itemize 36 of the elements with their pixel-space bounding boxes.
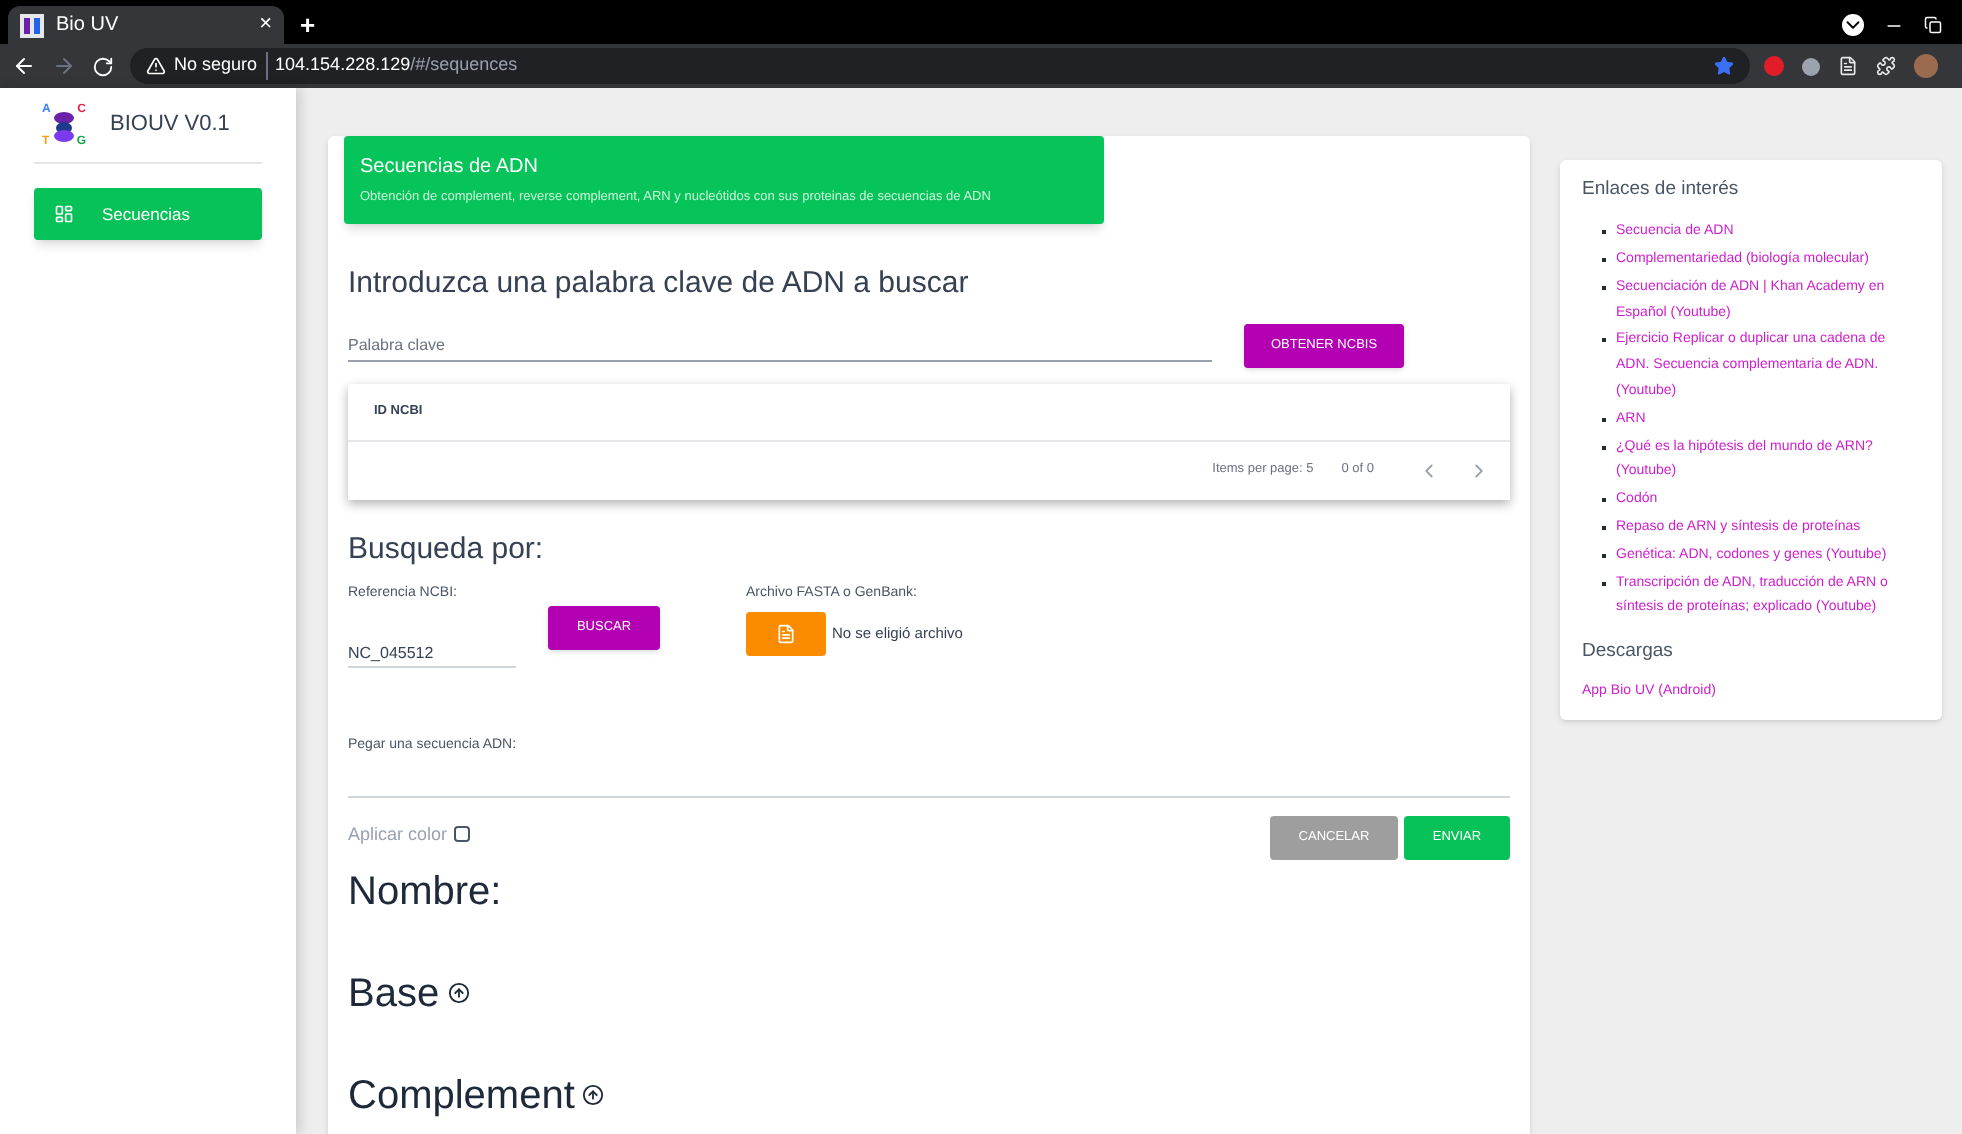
- file-icon: [776, 623, 796, 643]
- tab-title: Bio UV: [56, 12, 121, 40]
- keyword-field[interactable]: Palabra clave: [348, 329, 1212, 361]
- tab-close-button[interactable]: ×: [259, 8, 272, 42]
- apply-color-checkbox[interactable]: [453, 826, 470, 843]
- search-title: Introduzca una palabra clave de ADN a buscar: [348, 264, 971, 304]
- expand-icon[interactable]: [447, 982, 470, 1004]
- back-icon[interactable]: [12, 54, 36, 78]
- url-text: 104.154.228.129/#/sequences: [265, 52, 518, 80]
- tab-favicon-icon: [20, 13, 44, 37]
- expand-icon[interactable]: [582, 1084, 605, 1106]
- warning-icon: [146, 56, 166, 76]
- address-bar[interactable]: No seguro 104.154.228.129/#/sequences: [130, 48, 1750, 84]
- document-icon[interactable]: [1838, 56, 1858, 76]
- extensions-icon[interactable]: [1876, 56, 1896, 76]
- new-tab-button[interactable]: +: [300, 6, 316, 44]
- security-label: No seguro: [174, 52, 258, 79]
- search-by-title: Busqueda por:: [348, 529, 546, 569]
- section-title: Complement: [348, 1071, 575, 1121]
- section-title: Nombre:: [348, 867, 502, 917]
- bookmark-star-icon[interactable]: [1714, 56, 1734, 76]
- section-title: Base: [348, 969, 440, 1019]
- browser-tab[interactable]: Bio UV ×: [8, 6, 284, 44]
- header-title: Secuencias de ADN: [360, 154, 540, 182]
- brand-name: BIOUV V0.1: [110, 110, 230, 141]
- profile-avatar[interactable]: [1914, 54, 1938, 78]
- reload-icon[interactable]: [92, 55, 114, 77]
- reference-field[interactable]: NC_045512: [348, 639, 516, 667]
- forward-icon[interactable]: [52, 54, 76, 78]
- sidebar-item[interactable]: Secuencias: [34, 188, 262, 240]
- tab-search-icon[interactable]: [1842, 14, 1864, 36]
- apply-color-label: Aplicar color: [348, 821, 448, 848]
- dashboard-icon: [54, 204, 74, 224]
- links-title: Enlaces de interés: [1582, 176, 1741, 204]
- restore-icon[interactable]: [1924, 16, 1942, 34]
- downloads-title: Descargas: [1582, 638, 1675, 667]
